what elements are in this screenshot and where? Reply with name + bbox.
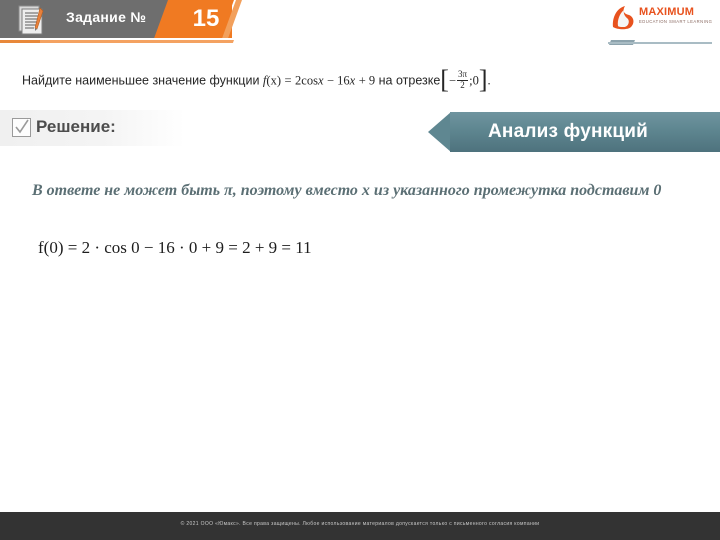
solution-math-line: f(0) = 2 · cos 0 − 16 · 0 + 9 = 2 + 9 = … [38,238,312,257]
task-bracket-open: [ [440,65,449,94]
logo-subtitle: EDUCATION SMART LEARNING [639,19,713,24]
task-fraction-denominator: 2 [460,79,465,90]
task-fraction-numerator: 3π [457,69,469,81]
banner-arrow-left [428,112,451,152]
page-title: Задание № [66,9,147,25]
task-expression-head: 2cos [295,73,318,88]
checkbox-checked-icon [12,118,31,137]
task-equals: = [284,73,292,88]
task-statement: Найдите наименьшее значение функции f(x)… [22,65,662,96]
task-expression-tail: + 9 [358,73,376,88]
logo-underline [608,42,712,44]
task-segment-minus: − [448,73,457,88]
task-bracket-close: ] [478,65,488,94]
document-pencil-icon [16,5,48,35]
task-expression-var1: x [317,73,324,88]
banner-title: Анализ функций [488,121,649,142]
task-fraction: 3π 2 [457,69,469,90]
topic-banner: Анализ функций [428,112,720,152]
task-number-badge: 15 [192,5,220,32]
maximum-flame-icon [610,5,636,31]
task-segment-word: на отрезке [378,73,441,88]
solution-note: В ответе не может быть π, поэтому вместо… [32,182,662,199]
slide-header: Задание № 15 MAXIMUM EDUCATION SMART LEA… [0,0,720,52]
task-period: . [487,73,491,88]
logo-wordmark: MAXIMUM [639,6,695,18]
slide-footer: © 2021 ООО «Юмакс». Все права защищены. … [0,512,720,540]
task-prefix: Найдите наименьшее значение функции [22,73,260,88]
task-expression-rest: − 16 [326,73,350,88]
header-underline-left [0,40,40,43]
solution-label: Решение: [36,117,116,136]
footer-copyright: © 2021 ООО «Юмакс». Все права защищены. … [180,521,540,527]
maximum-logo: MAXIMUM EDUCATION SMART LEARNING [608,4,714,45]
task-function-arg: (x) [266,73,281,88]
task-expression-var2: x [349,73,356,88]
